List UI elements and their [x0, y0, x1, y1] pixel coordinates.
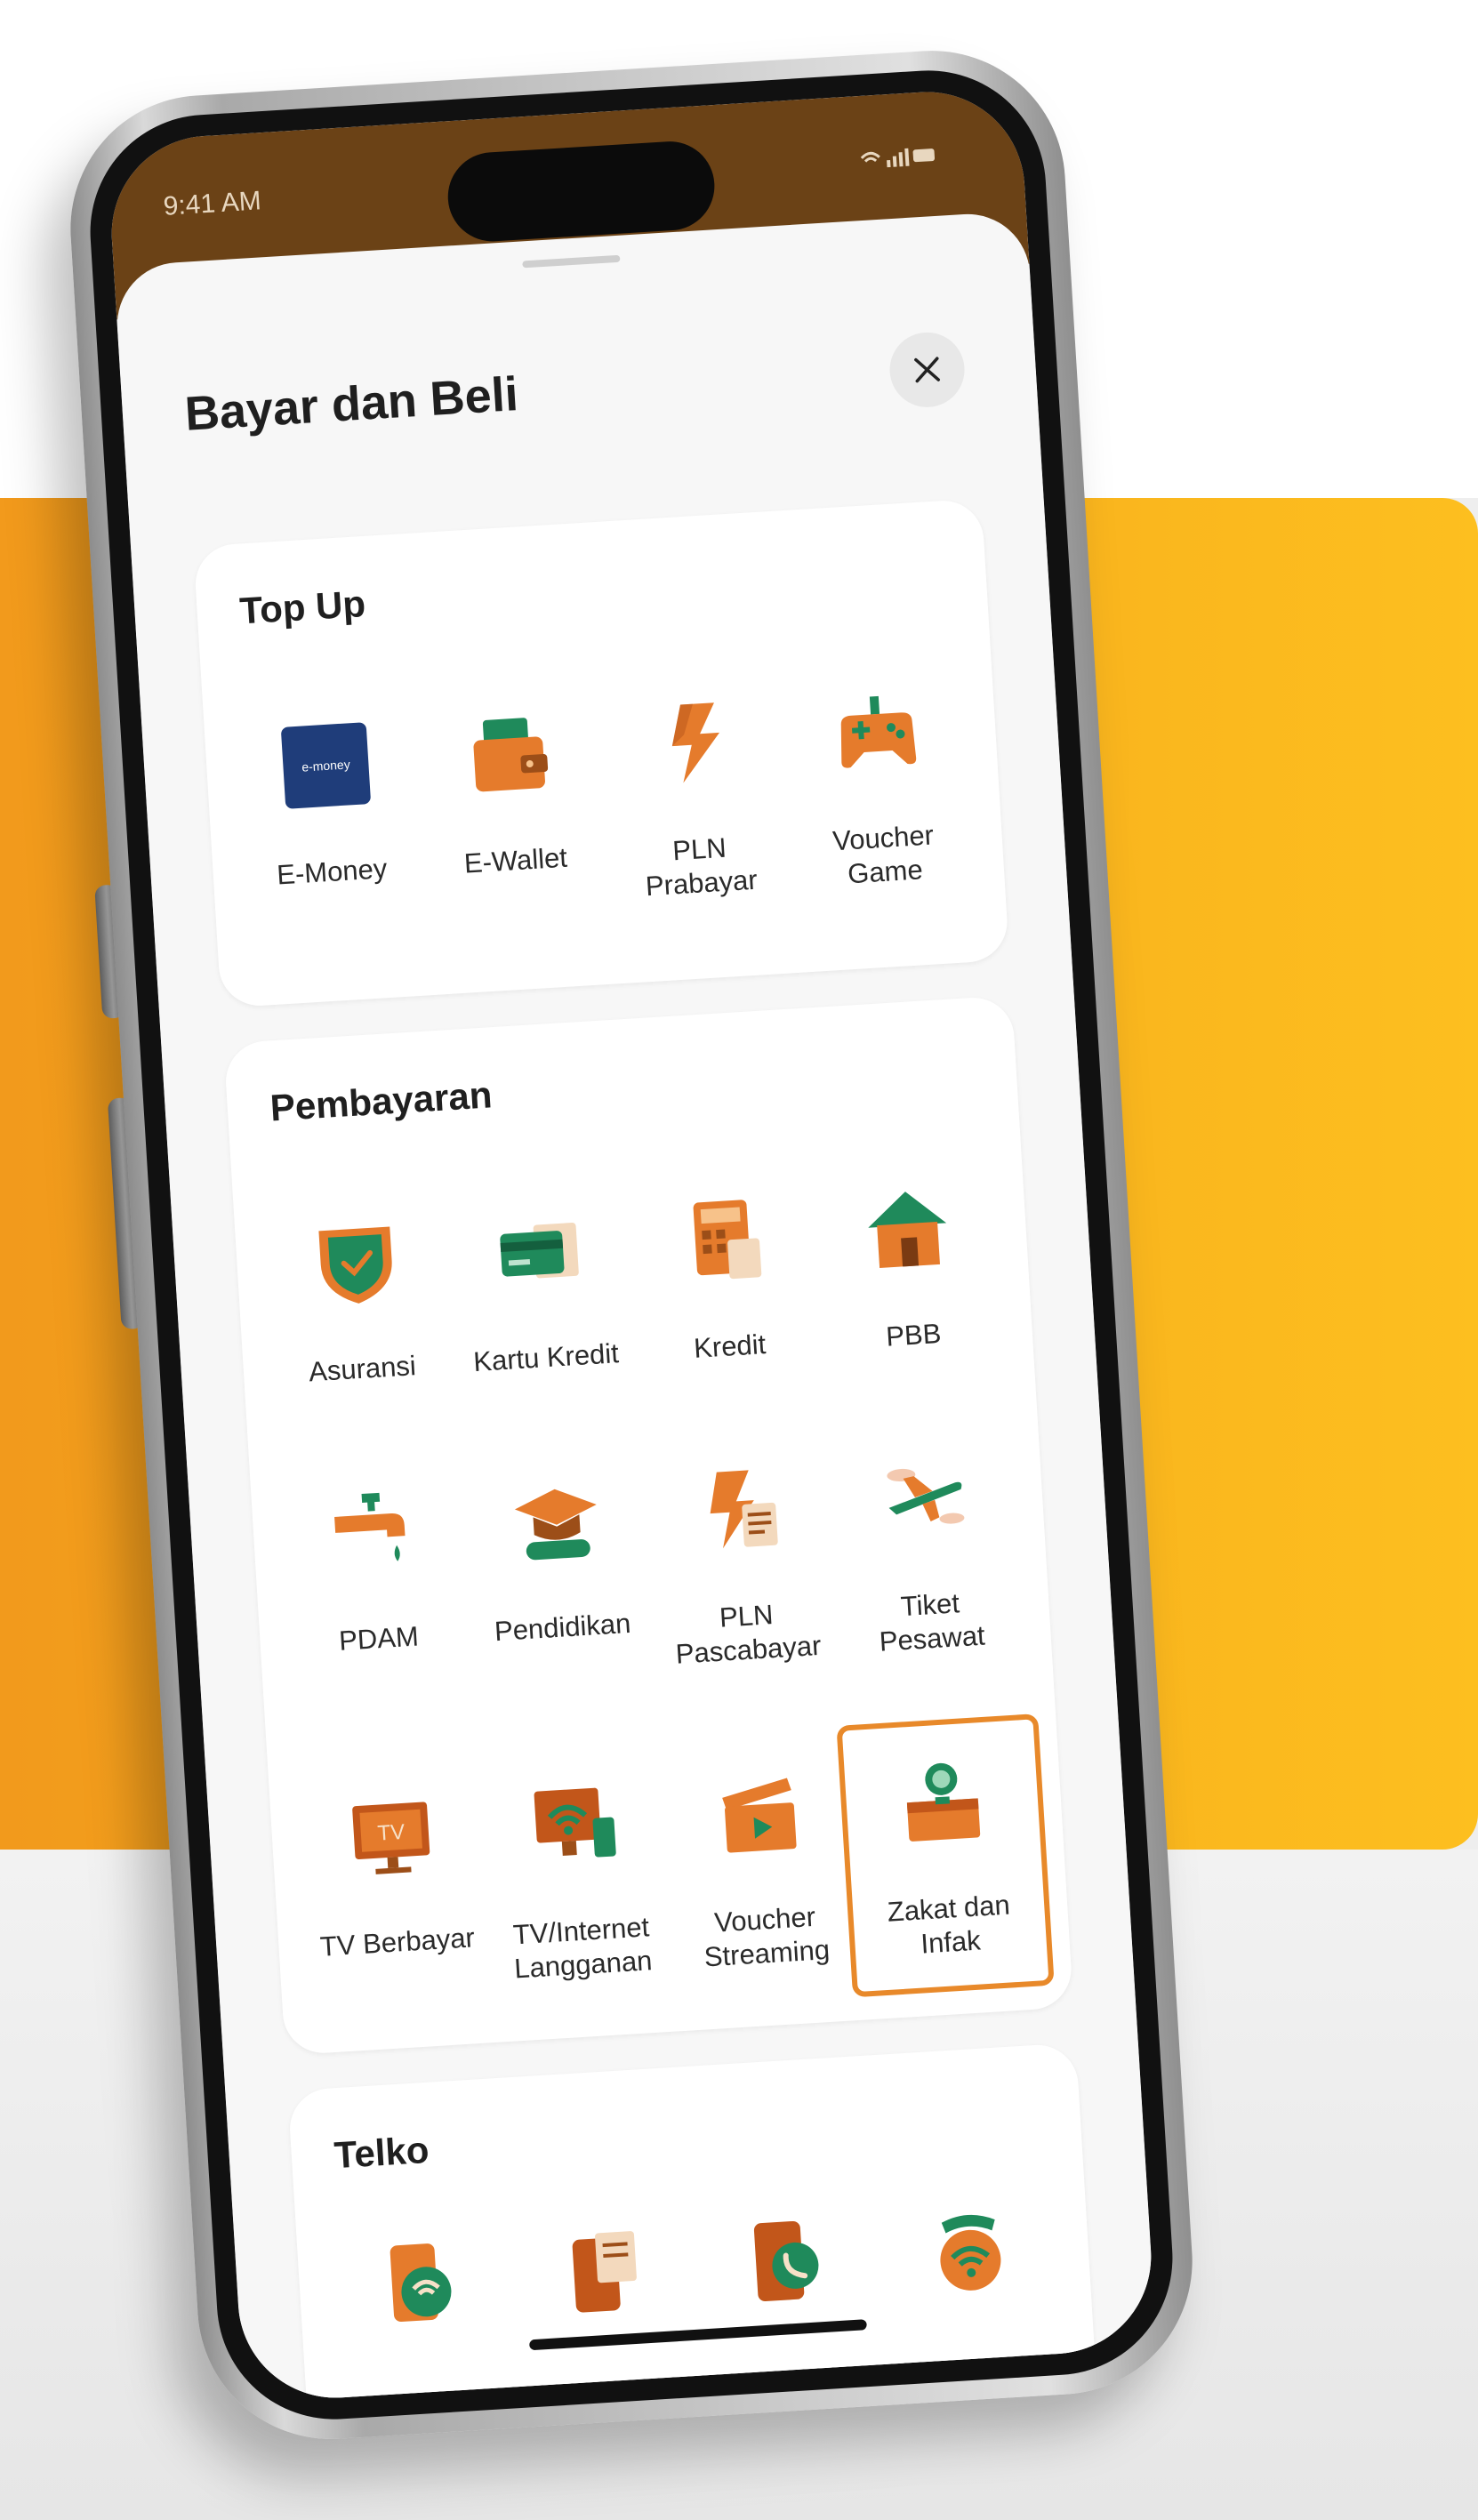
calculator-icon — [671, 1188, 775, 1292]
sheet-title: Bayar dan Beli — [183, 367, 520, 441]
status-time: 9:41 AM — [162, 186, 262, 221]
airplane-icon — [872, 1447, 976, 1551]
pembayaran-card: Pembayaran Asuransi Kartu Kredit Kredit … — [223, 995, 1074, 2056]
tile-tiket-pesawat[interactable]: Tiket Pesawat — [829, 1444, 1025, 1661]
house-icon — [855, 1177, 960, 1281]
shield-icon — [304, 1211, 408, 1315]
tile-label: PLN Prabayar — [644, 831, 759, 903]
tile-kartu-kredit[interactable]: Kartu Kredit — [445, 1197, 639, 1380]
status-icons — [857, 143, 939, 177]
phone-bill-icon — [550, 2220, 655, 2324]
top-up-grid: e-money E-Money E-Wallet PLN Prabayar Vo… — [230, 678, 978, 928]
dynamic-island — [445, 139, 718, 245]
tile-pbb[interactable]: PBB — [812, 1175, 1006, 1358]
tile-label: PDAM — [338, 1620, 420, 1657]
donation-box-icon — [890, 1751, 994, 1855]
tile-label: Voucher Game — [831, 819, 935, 890]
phone-wifi-icon — [366, 2232, 470, 2336]
tile-voucher-game[interactable]: Voucher Game — [782, 678, 978, 895]
phone-screen: 9:41 AM Bayar dan Beli Top Up e-money E-… — [106, 85, 1157, 2404]
tile-label: Kartu Kredit — [472, 1337, 620, 1378]
tile-zakat-infak[interactable]: Zakat dan Infak — [847, 1748, 1044, 1965]
tile-pdam[interactable]: PDAM — [277, 1478, 474, 1695]
tile-label: PLN Pascabayar — [674, 1599, 823, 1670]
faucet-icon — [320, 1481, 424, 1585]
tile-asuransi[interactable]: Asuransi — [261, 1208, 454, 1392]
bill-lightning-icon — [688, 1458, 792, 1562]
tile-label: Asuransi — [308, 1350, 417, 1388]
close-icon — [914, 357, 941, 383]
tile-pln-pascabayar[interactable]: PLN Pascabayar — [645, 1456, 841, 1673]
e-money-card-icon: e-money — [274, 714, 378, 818]
top-up-title: Top Up — [238, 582, 367, 632]
tile-tv-internet[interactable]: TV/Internet Langganan — [480, 1770, 677, 1987]
wifi-monitor-icon — [523, 1773, 627, 1877]
telko-card: Telko — [287, 2042, 1104, 2404]
close-button[interactable] — [888, 330, 968, 410]
tile-e-money[interactable]: e-money E-Money — [230, 711, 427, 928]
tile-label: E-Money — [276, 853, 389, 891]
credit-card-icon — [487, 1200, 591, 1304]
wallet-icon — [457, 702, 561, 807]
tile-e-wallet[interactable]: E-Wallet — [414, 700, 611, 917]
tile-telko-pulsa[interactable] — [691, 2206, 880, 2315]
wifi-router-icon — [918, 2198, 1022, 2302]
pembayaran-grid: Asuransi Kartu Kredit Kredit PBB PDAM Pe… — [261, 1175, 1043, 1999]
tile-label: Zakat dan Infak — [886, 1889, 1011, 1960]
tile-telko-internet[interactable] — [875, 2195, 1064, 2304]
tile-label: TV/Internet Langganan — [511, 1911, 654, 1985]
tile-pln-prabayar[interactable]: PLN Prabayar — [598, 689, 795, 906]
telko-title: Telko — [333, 2128, 430, 2177]
top-up-card: Top Up e-money E-Money E-Wallet PLN Prab… — [193, 498, 1010, 1008]
tile-label: Tiket Pesawat — [878, 1587, 986, 1657]
tv-icon: TV — [339, 1784, 443, 1888]
tv-screen-text: TV — [376, 1820, 405, 1846]
tile-telko-postpaid[interactable] — [507, 2218, 696, 2326]
sheet-grabber[interactable] — [522, 254, 621, 269]
tile-label: Pendidikan — [493, 1607, 632, 1648]
phone-mockup: 9:41 AM Bayar dan Beli Top Up e-money E-… — [62, 43, 1201, 2447]
telko-grid — [324, 2195, 1064, 2338]
tile-telko-data[interactable] — [324, 2229, 513, 2338]
gamepad-icon — [825, 680, 929, 784]
lightning-icon — [641, 691, 745, 795]
tile-label: E-Wallet — [462, 841, 568, 879]
bottom-sheet: Bayar dan Beli Top Up e-money E-Money E-… — [113, 210, 1157, 2404]
tile-voucher-streaming[interactable]: Voucher Streaming — [663, 1759, 860, 1976]
graduation-cap-icon — [504, 1469, 608, 1573]
tile-label: PBB — [885, 1317, 943, 1352]
pembayaran-title: Pembayaran — [269, 1073, 494, 1129]
tile-pendidikan[interactable]: Pendidikan — [462, 1467, 658, 1684]
e-money-logo-text: e-money — [301, 757, 349, 774]
tile-tv-berbayar[interactable]: TV TV Berbayar — [296, 1782, 493, 1999]
clapperboard-icon — [707, 1762, 811, 1866]
tile-label: Kredit — [693, 1328, 767, 1364]
tile-label: Voucher Streaming — [703, 1900, 831, 1973]
tile-kredit[interactable]: Kredit — [629, 1185, 823, 1368]
tile-label: TV Berbayar — [318, 1922, 476, 1962]
phone-call-icon — [734, 2209, 838, 2313]
